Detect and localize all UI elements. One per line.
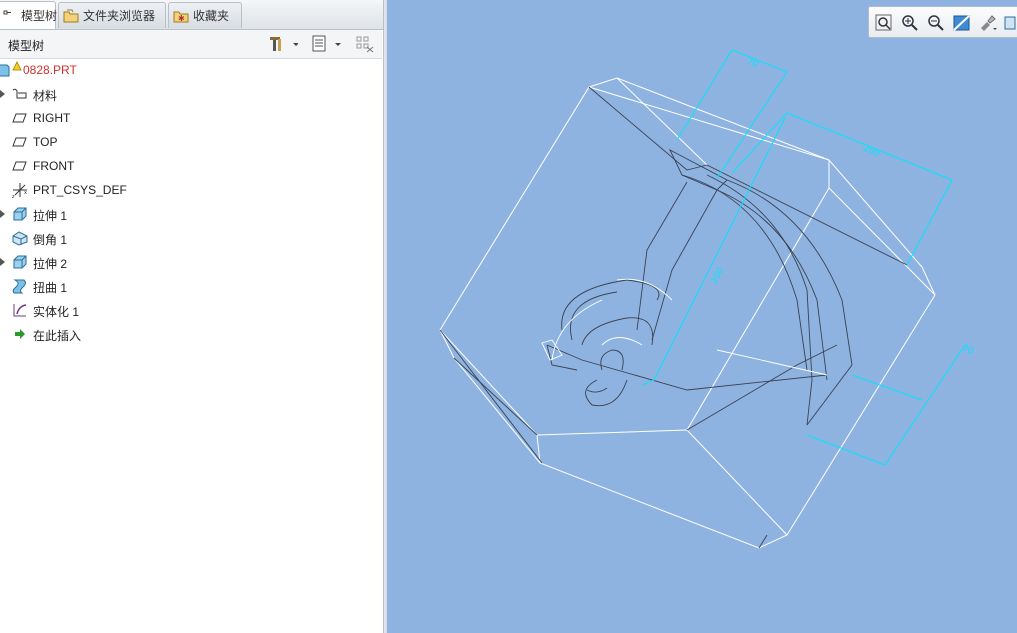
tree-item-label: FRONT	[33, 159, 75, 173]
tree-item-right[interactable]: RIGHT	[0, 108, 380, 128]
warning-icon	[12, 60, 22, 71]
tree-item-label: PRT_CSYS_DEF	[33, 183, 127, 197]
dimension-label: 200	[710, 266, 727, 286]
tree-item-label: RIGHT	[33, 111, 71, 125]
tree-item-label: 扭曲 1	[33, 281, 68, 295]
dimension-label: 200	[861, 144, 881, 160]
tree-item-label: 倒角 1	[33, 233, 68, 247]
favorites-icon: ✱	[173, 8, 189, 24]
tree-item-label: 材料	[33, 89, 58, 103]
zoom-out-icon[interactable]	[926, 13, 946, 33]
tree-item-solidify-1[interactable]: 实体化 1	[0, 300, 380, 320]
tree-item-label: 在此插入	[33, 329, 82, 343]
datum-plane-icon	[12, 110, 28, 126]
wireframe-model: 70 200 200 70	[439, 49, 975, 549]
warp-icon	[12, 278, 28, 294]
refit-icon[interactable]	[874, 13, 894, 33]
tree-item-extrude-2[interactable]: 拉伸 2	[0, 252, 380, 272]
tree-item-label: 拉伸 1	[33, 209, 68, 223]
coordinate-system-icon: zx	[12, 182, 28, 200]
tree-item-insert-here[interactable]: 在此插入	[0, 324, 380, 344]
repaint-icon[interactable]	[952, 13, 972, 33]
graphics-viewport[interactable]: 70 200 200 70	[387, 0, 1017, 633]
tab-favorites[interactable]: ✱ 收藏夹	[168, 2, 242, 28]
tree-title: 模型树	[8, 39, 45, 53]
svg-text:x: x	[24, 190, 27, 196]
expand-arrow-icon[interactable]	[0, 258, 5, 266]
tree-item-label: 实体化 1	[33, 305, 80, 319]
tree-item-chamfer-1[interactable]: 倒角 1	[0, 228, 380, 248]
tree-root-label: 0828.PRT	[23, 63, 77, 77]
extrude-icon	[12, 254, 28, 270]
tree-item-label: TOP	[33, 135, 58, 149]
dimension-label: 70	[960, 343, 975, 357]
saved-views-icon[interactable]	[978, 13, 998, 33]
expand-arrow-icon[interactable]	[0, 90, 5, 98]
expand-arrow-icon[interactable]	[0, 210, 5, 218]
navigator-tabbar: 模型树 文件夹浏览器 ✱ 收藏夹	[0, 0, 386, 30]
settings-tools-icon[interactable]	[268, 35, 299, 53]
display-style-icon[interactable]	[1004, 13, 1017, 33]
solidify-icon	[12, 302, 28, 318]
zoom-in-icon[interactable]	[900, 13, 920, 33]
tree-item-material[interactable]: 材料	[0, 84, 380, 104]
tab-label: 模型树	[21, 9, 58, 23]
tree-item-warp-1[interactable]: 扭曲 1	[0, 276, 380, 296]
tree-item-top[interactable]: TOP	[0, 132, 380, 152]
datum-plane-icon	[12, 134, 28, 150]
model-tree-icon	[1, 8, 17, 24]
tree-item-csys[interactable]: zx PRT_CSYS_DEF	[0, 180, 380, 200]
show-options-icon[interactable]	[311, 35, 341, 53]
model-tree-panel: 模型树 文件夹浏览器 ✱ 收藏夹 模型树 0828.PRT 材料 RIGHT T…	[0, 0, 386, 633]
tab-model-tree[interactable]: 模型树	[0, 1, 58, 29]
extrude-icon	[12, 206, 28, 222]
tree-root-row[interactable]: 0828.PRT	[0, 60, 380, 80]
part-icon	[0, 62, 11, 78]
insert-here-arrow-icon	[12, 326, 28, 342]
view-toolbar	[868, 6, 1017, 38]
svg-text:z: z	[12, 194, 15, 198]
tree-item-front[interactable]: FRONT	[0, 156, 380, 176]
datum-plane-icon	[12, 158, 28, 174]
tab-label: 文件夹浏览器	[83, 9, 156, 23]
tree-item-label: 拉伸 2	[33, 257, 68, 271]
svg-text:✱: ✱	[178, 14, 185, 23]
tree-item-extrude-1[interactable]: 拉伸 1	[0, 204, 380, 224]
chamfer-icon	[12, 230, 28, 246]
tab-label: 收藏夹	[193, 9, 230, 23]
dimension-label: 70	[745, 56, 760, 70]
material-icon	[12, 86, 28, 102]
tree-header: 模型树	[0, 30, 382, 59]
filter-columns-icon[interactable]	[356, 35, 374, 53]
folder-browser-icon	[63, 8, 79, 24]
tab-folder-browser[interactable]: 文件夹浏览器	[58, 2, 166, 28]
